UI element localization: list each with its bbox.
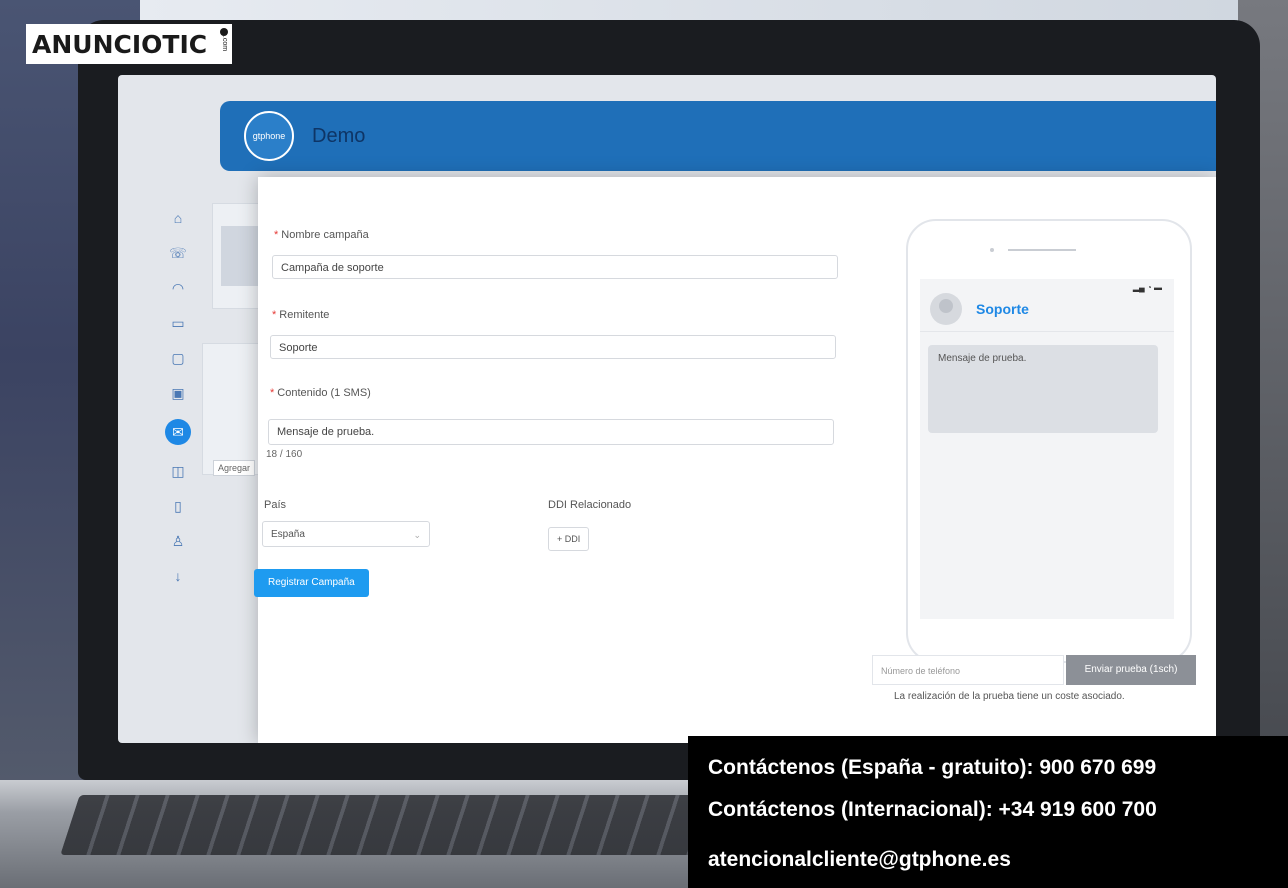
sender-input[interactable]: Soporte	[270, 335, 836, 359]
send-test-note: La realización de la prueba tiene un cos…	[894, 691, 1125, 702]
brand-name: ANUNCIOTIC	[32, 29, 208, 59]
campaign-name-input[interactable]: Campaña de soporte	[272, 255, 838, 279]
contact-email: atencionalcliente@gtphone.es	[708, 848, 1011, 871]
message-bubble: Mensaje de prueba.	[928, 345, 1158, 433]
sender-label: * Remitente	[272, 309, 329, 321]
home-icon[interactable]: ⌂	[169, 209, 187, 227]
campaign-name-label: * Nombre campaña	[274, 229, 369, 241]
required-marker: *	[272, 309, 277, 321]
country-select[interactable]: España ⌄	[262, 521, 430, 547]
app-header: gtphone Demo	[220, 101, 1216, 171]
user-icon[interactable]: ♙	[169, 532, 187, 550]
contact-banner: Contáctenos (España - gratuito): 900 670…	[688, 736, 1288, 888]
required-marker: *	[274, 229, 279, 241]
content-counter: 18 / 160	[266, 449, 303, 460]
contact-spain: Contáctenos (España - gratuito): 900 670…	[708, 756, 1157, 779]
chevron-down-icon: ⌄	[413, 530, 421, 540]
send-test-button[interactable]: Enviar prueba (1sch)	[1066, 655, 1196, 685]
content-label: * Contenido (1 SMS)	[270, 387, 371, 399]
campaign-name-label-text: Nombre campaña	[281, 229, 369, 241]
download-icon[interactable]: ↓	[169, 567, 187, 585]
book-icon[interactable]: ◫	[169, 462, 187, 480]
avatar	[930, 293, 962, 325]
phone-icon[interactable]: ☏	[169, 244, 187, 262]
sms-icon[interactable]: ✉	[165, 419, 191, 445]
country-select-value: España	[271, 529, 305, 540]
add-ddi-button[interactable]: + DDI	[548, 527, 590, 551]
brand-suffix: .com	[220, 35, 228, 52]
test-phone-input[interactable]: Número de teléfono	[872, 655, 1064, 685]
phone-screen: ▂▄ ◔ ▬ Soporte Mensaje de prueba.	[920, 279, 1174, 619]
content-label-text: Contenido (1 SMS)	[277, 387, 371, 399]
campaign-modal: * Nombre campaña Campaña de soporte * Remi…	[254, 177, 1216, 743]
phone-preview: ▂▄ ◔ ▬ Soporte Mensaje de prueba.	[906, 219, 1192, 663]
content-textarea[interactable]: Mensaje de prueba.	[268, 419, 834, 445]
phone-camera	[990, 248, 994, 252]
register-campaign-button[interactable]: Registrar Campaña	[254, 569, 369, 597]
contacts-icon[interactable]: ▣	[169, 384, 187, 402]
app-title: Demo	[312, 124, 366, 147]
ddi-label: DDI Relacionado	[548, 499, 632, 511]
sender-label-text: Remitente	[279, 309, 330, 321]
anunciotic-logo: ANUNCIOTIC .com	[26, 24, 232, 64]
document-icon[interactable]: ▯	[169, 497, 187, 515]
headset-icon[interactable]: ◠	[169, 279, 187, 297]
contact-international: Contáctenos (Internacional): +34 919 600…	[708, 798, 1157, 821]
status-bar-icons: ▂▄ ◔ ▬	[1132, 283, 1162, 292]
phone-speaker	[1008, 249, 1076, 251]
fax-icon[interactable]: ▢	[169, 349, 187, 367]
app-logo: gtphone	[244, 111, 294, 161]
required-marker: *	[270, 387, 275, 399]
chat-contact-name: Soporte	[976, 301, 1029, 317]
sidebar: ⌂ ☏ ◠ ▭ ▢ ▣ ✉ ◫ ▯ ♙ ↓	[158, 209, 198, 602]
card-icon[interactable]: ▭	[169, 314, 187, 332]
brand-dot	[220, 28, 228, 36]
laptop-keyboard	[60, 795, 720, 855]
chat-header: Soporte	[920, 293, 1174, 332]
country-label: País	[264, 499, 287, 511]
laptop-screen: gtphone Demo ⌂ ☏ ◠ ▭ ▢ ▣ ✉ ◫ ▯ ♙ ↓ Agreg…	[118, 75, 1216, 743]
app-logo-text: gtphone	[252, 131, 286, 141]
background-card-button[interactable]: Agregar	[213, 460, 256, 476]
